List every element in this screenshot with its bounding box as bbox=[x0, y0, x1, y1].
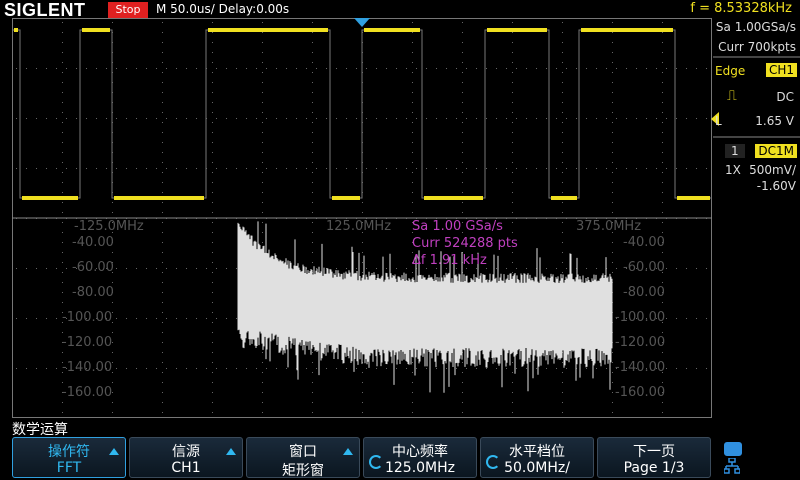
arrow-up-icon bbox=[343, 448, 353, 455]
frequency-counter: f = 8.53328kHz bbox=[690, 1, 792, 16]
run-stop-status[interactable]: Stop bbox=[108, 2, 148, 18]
network-icon bbox=[724, 458, 740, 474]
top-status-bar: SIGLENT Stop M 50.0us/ Delay:0.00s f = 8… bbox=[0, 0, 800, 20]
channel-scale: 500mV/ bbox=[749, 163, 796, 177]
fft-y-label-right: -120.00 bbox=[615, 335, 666, 350]
rising-edge-icon: ⎍ bbox=[727, 88, 737, 104]
fft-y-label-left: -120.00 bbox=[62, 335, 113, 350]
channel-coupling[interactable]: DC1M bbox=[755, 144, 797, 158]
fft-spectrum bbox=[237, 221, 613, 393]
trigger-source[interactable]: CH1 bbox=[765, 63, 797, 77]
usb-icon bbox=[724, 442, 742, 456]
softkey-value: FFT bbox=[56, 460, 82, 476]
knob-rotate-icon bbox=[486, 455, 500, 469]
right-info-panel: Sa 1.00GSa/s Curr 700kpts Edge CH1 ⎍ DC … bbox=[711, 18, 800, 418]
softkey-5[interactable]: 水平档位 50.0MHz/ bbox=[480, 437, 594, 478]
fft-info-points: Curr 524288 pts bbox=[412, 236, 518, 251]
memory-depth: Curr 700kpts bbox=[718, 40, 796, 54]
timebase-readout[interactable]: M 50.0us/ Delay:0.00s bbox=[156, 2, 289, 16]
fft-x-label: -125.0MHz bbox=[74, 219, 144, 234]
fft-y-label-right: -80.00 bbox=[623, 285, 665, 300]
softkey-value: Page 1/3 bbox=[623, 460, 685, 476]
softkey-bar: 操作符 FFT 信源 CH1 窗口 矩形窗 中心频率 125.0MHz 水平档位 50.0MHz/… bbox=[0, 437, 800, 480]
panel-divider bbox=[713, 136, 800, 138]
fft-y-label-right: -100.00 bbox=[615, 310, 666, 325]
knob-rotate-icon bbox=[369, 455, 383, 469]
fft-x-label: 125.0MHz bbox=[326, 219, 392, 234]
channel-offset: -1.60V bbox=[756, 179, 796, 193]
waveform-display[interactable]: -125.0MHz 125.0MHz 375.0MHz -40.00 -40.00 -60… bbox=[12, 18, 712, 418]
delay-value: Delay:0.00s bbox=[218, 2, 290, 16]
fft-x-label: 375.0MHz bbox=[576, 219, 642, 234]
fft-y-label-right: -140.00 bbox=[615, 360, 666, 375]
trigger-type[interactable]: Edge bbox=[715, 64, 745, 78]
timebase-value: M 50.0us/ bbox=[156, 2, 215, 16]
fft-y-label-left: -40.00 bbox=[72, 235, 114, 250]
fft-y-label-left: -140.00 bbox=[62, 360, 113, 375]
softkey-1[interactable]: 操作符 FFT bbox=[12, 437, 126, 478]
fft-info-resolution: Δf 1.91 kHz bbox=[412, 253, 487, 268]
fft-y-label-left: -60.00 bbox=[72, 260, 114, 275]
fft-y-label-right: -60.00 bbox=[623, 260, 665, 275]
trigger-level-label: L bbox=[715, 114, 722, 128]
sample-rate: Sa 1.00GSa/s bbox=[715, 20, 796, 34]
channel-number[interactable]: 1 bbox=[725, 144, 745, 158]
fft-y-label-right: -40.00 bbox=[623, 235, 665, 250]
softkey-2[interactable]: 信源 CH1 bbox=[129, 437, 243, 478]
panel-divider bbox=[713, 56, 800, 58]
status-icons bbox=[720, 440, 800, 480]
fft-y-label-left: -100.00 bbox=[62, 310, 113, 325]
channel-probe: 1X bbox=[725, 163, 741, 177]
trigger-coupling: DC bbox=[776, 90, 794, 104]
fft-y-label-left: -80.00 bbox=[72, 285, 114, 300]
softkey-value: 矩形窗 bbox=[282, 463, 324, 479]
arrow-up-icon bbox=[109, 448, 119, 455]
arrow-up-icon bbox=[226, 448, 236, 455]
trigger-level: 1.65 V bbox=[755, 114, 794, 128]
fft-y-label-left: -160.00 bbox=[62, 385, 113, 400]
softkey-value: CH1 bbox=[171, 460, 201, 476]
menu-title: 数学运算 bbox=[12, 422, 68, 438]
softkey-4[interactable]: 中心频率 125.0MHz bbox=[363, 437, 477, 478]
softkey-6[interactable]: 下一页 Page 1/3 bbox=[597, 437, 711, 478]
softkey-label: 下一页 bbox=[633, 444, 675, 460]
fft-info-sample-rate: Sa 1.00 GSa/s bbox=[412, 219, 503, 234]
softkey-3[interactable]: 窗口 矩形窗 bbox=[246, 437, 360, 479]
fft-y-label-right: -160.00 bbox=[615, 385, 666, 400]
